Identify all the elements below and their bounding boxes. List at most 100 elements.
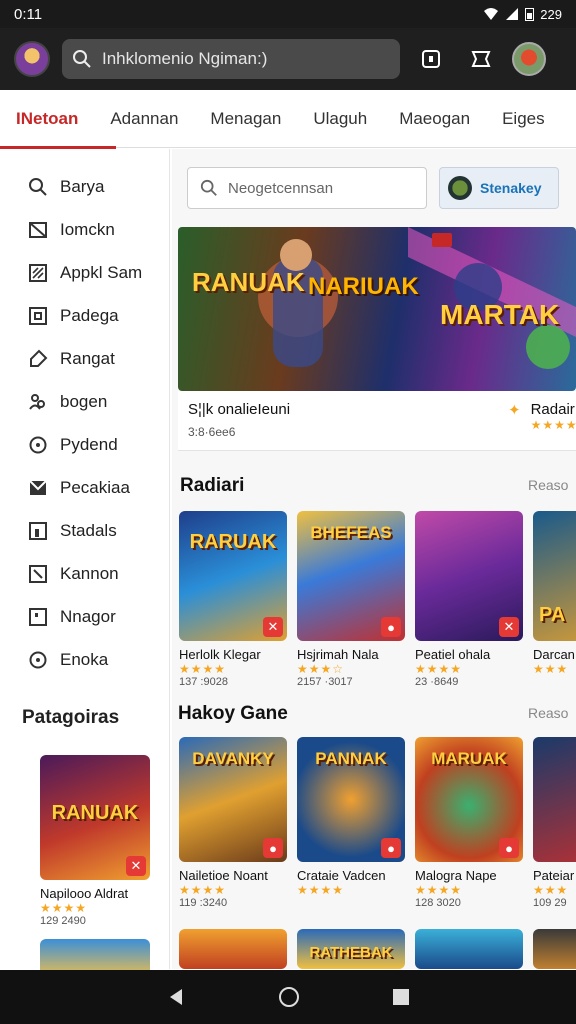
hero-art-right-title: MARTAK	[440, 299, 560, 330]
game-card[interactable]: PA Darcan ★★★	[533, 511, 576, 688]
rating-stars: ★★★★	[40, 901, 88, 915]
sidebar-item-8[interactable]: Pecakiaa	[0, 466, 169, 509]
rating-stars: ★★★★	[415, 662, 463, 676]
sidebar-item-4[interactable]: Padega	[0, 294, 169, 337]
game-art-title: PA	[539, 603, 566, 626]
tab-6[interactable]: Eiges	[486, 90, 561, 148]
gamepad-button[interactable]	[462, 40, 500, 78]
library-icon	[422, 50, 440, 68]
tab-5[interactable]: Maeogan	[383, 90, 486, 148]
featured-info[interactable]: S¦|k onalieIeuni 3:8·6ee6 ✦ Radair ★★★★	[178, 391, 576, 451]
sidebar-item-12[interactable]: Enoka	[0, 638, 169, 681]
game-thumbnail-partial[interactable]	[415, 929, 523, 969]
signal-icon	[506, 8, 519, 20]
star-icon: ✦	[508, 402, 521, 419]
main-content: Neogetcennsan Stenakey RANUAK NARIUAK MA…	[172, 149, 576, 969]
sidebar-item-label: bogen	[60, 391, 108, 411]
game-art-title: MARUAK	[431, 748, 507, 768]
section-title-1: Radiari	[180, 475, 245, 496]
recents-icon[interactable]	[392, 988, 410, 1006]
game-card[interactable]: Pateiar ★★★ 109 29	[533, 737, 576, 909]
game-card[interactable]: RARUAK ✕ Herlolk Klegar ★★★★ 137 :9028	[179, 511, 287, 688]
category-tabs: INetoan Adannan Menagan Ulaguh Maeogan E…	[0, 90, 576, 149]
badge-icon: ●	[263, 838, 283, 858]
game-name: Nailetioe Noant	[179, 868, 268, 883]
people-icon	[29, 393, 45, 410]
game-meta: 119 :3240	[179, 897, 228, 909]
tab-1[interactable]: INetoan	[0, 90, 117, 149]
game-row-1: RARUAK ✕ Herlolk Klegar ★★★★ 137 :9028 B…	[179, 511, 576, 688]
rating-stars: ★★★★	[297, 883, 345, 897]
section-more-1[interactable]: Reaso	[528, 477, 568, 493]
chart-icon	[29, 521, 47, 540]
game-thumbnail: BHEFEAS ●	[297, 511, 405, 641]
featured-right-label: Radair	[530, 401, 575, 418]
game-thumbnail	[533, 737, 576, 862]
back-icon[interactable]	[166, 987, 186, 1007]
badge-icon: ●	[381, 838, 401, 858]
status-icons: 229	[483, 7, 562, 22]
game-name: Herlolk Klegar	[179, 647, 261, 662]
badge-icon: ●	[499, 838, 519, 858]
game-thumbnail: ✕	[415, 511, 523, 641]
sidebar-item-10[interactable]: Kannon	[0, 552, 169, 595]
game-meta: 23 ·8649	[415, 676, 459, 688]
battery-icon	[525, 8, 535, 21]
store-avatar-icon	[448, 176, 472, 200]
profile-avatar[interactable]	[512, 42, 546, 76]
game-name: Malogra Nape	[415, 868, 497, 883]
hero-art-title: RANUAK	[192, 267, 305, 297]
tab-3[interactable]: Menagan	[194, 90, 297, 148]
sidebar-game-card[interactable]: RANUAK ✕ Napilooo Aldrat ★★★★ 129 2490	[40, 755, 150, 927]
featured-right: ✦ Radair ★★★★	[508, 401, 576, 432]
tab-2[interactable]: Adannan	[94, 90, 194, 148]
game-card[interactable]: ✕ Peatiel ohala ★★★★ 23 ·8649	[415, 511, 523, 688]
sidebar-item-3[interactable]: Appkl Sam	[0, 251, 169, 294]
game-card[interactable]: DAVANKY ● Nailetioe Noant ★★★★ 119 :3240	[179, 737, 287, 909]
gamepad-icon	[471, 51, 491, 67]
game-thumbnail: RANUAK ✕	[40, 755, 150, 880]
sidebar-item-1[interactable]: Barya	[0, 165, 169, 208]
tab-4[interactable]: Ulaguh	[297, 90, 383, 148]
rating-stars: ★★★★	[415, 883, 463, 897]
section-more-2[interactable]: Reaso	[528, 705, 568, 721]
sidebar-item-6[interactable]: bogen	[0, 380, 169, 423]
game-thumbnail-partial[interactable]: RATHEBAK	[297, 929, 405, 969]
sidebar-item-11[interactable]: Nnagor	[0, 595, 169, 638]
library-button[interactable]	[412, 40, 450, 78]
sidebar-item-9[interactable]: Stadals	[0, 509, 169, 552]
game-card[interactable]: BHEFEAS ● Hsjrimah Nala ★★★☆ 2157 ·3017	[297, 511, 405, 688]
game-meta: 2157 ·3017	[297, 676, 353, 688]
frame-icon	[29, 607, 47, 626]
sidebar-item-7[interactable]: Pydend	[0, 423, 169, 466]
game-row-2: DAVANKY ● Nailetioe Noant ★★★★ 119 :3240…	[179, 737, 576, 909]
game-card[interactable]: PANNAK ● Crataie Vadcen ★★★★	[297, 737, 405, 909]
user-avatar[interactable]	[14, 41, 50, 77]
rating-stars: ★★★★	[530, 418, 576, 432]
sidebar-item-label: Barya	[60, 176, 105, 196]
game-art-title: DAVANKY	[192, 748, 274, 768]
featured-banner[interactable]: RANUAK NARIUAK MARTAK	[178, 227, 576, 391]
top-search-text: Inhklomenio Ngiman:)	[102, 49, 268, 68]
hero-art-subtitle: NARIUAK	[308, 273, 419, 300]
system-nav-bar	[0, 970, 576, 1024]
game-thumbnail-partial[interactable]	[533, 929, 576, 969]
top-search-field[interactable]: Inhklomenio Ngiman:)	[62, 39, 400, 79]
flag-icon	[29, 564, 47, 583]
rating-stars: ★★★☆	[297, 662, 345, 676]
game-meta: 129 2490	[40, 915, 86, 927]
search-icon	[200, 179, 217, 196]
game-thumbnail-partial[interactable]	[179, 929, 287, 969]
sidebar-item-label: Padega	[60, 305, 119, 325]
game-card[interactable]: MARUAK ● Malogra Nape ★★★★ 128 3020	[415, 737, 523, 909]
sidebar-item-5[interactable]: Rangat	[0, 337, 169, 380]
sidebar-item-2[interactable]: Iomckn	[0, 208, 169, 251]
featured-name: S¦|k onalieIeuni	[188, 401, 291, 418]
sidebar-item-label: Appkl Sam	[60, 262, 143, 282]
store-label: Stenakey	[480, 180, 542, 196]
main-search-field[interactable]: Neogetcennsan	[187, 167, 427, 209]
game-thumbnail: PA	[533, 511, 576, 641]
store-button[interactable]: Stenakey	[439, 167, 559, 209]
home-icon[interactable]	[278, 986, 300, 1008]
rating-stars: ★★★	[533, 883, 569, 897]
